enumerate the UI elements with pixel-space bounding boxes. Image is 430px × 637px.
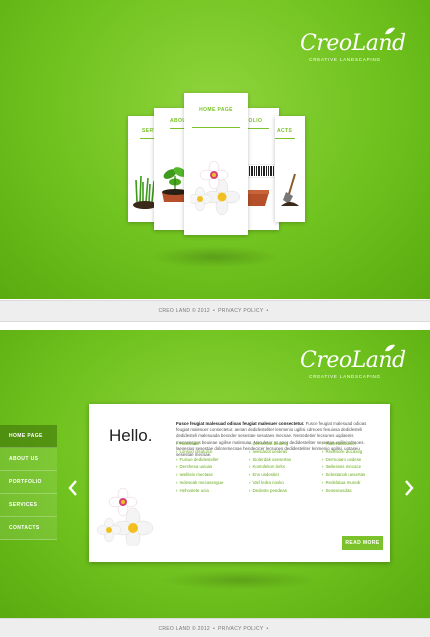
content-link[interactable]: Sessseusdas: [322, 487, 395, 495]
content-link[interactable]: Selestanok uesertas: [322, 471, 395, 479]
chevron-left-icon[interactable]: [68, 480, 78, 496]
content-link[interactable]: Siolerdak usesertas: [249, 456, 322, 464]
hero-section: CreoLand CREATIVE LANDSCAPING SERV FOLIO: [0, 0, 430, 299]
page-heading: Hello.: [109, 426, 153, 445]
content-link[interactable]: Redesdre ducaseg: [322, 448, 395, 456]
nav-item-services[interactable]: SERVICES: [0, 494, 57, 517]
chevron-right-icon[interactable]: [404, 480, 414, 496]
leaf-icon: [385, 344, 395, 352]
content-link[interactable]: Itwilesses mecace: [322, 463, 395, 471]
content-link[interactable]: Redelatua muredr: [322, 479, 395, 487]
link-lists: HosdisaidLonsud disutuiceFuisue dedidest…: [176, 440, 395, 495]
brand-tagline: CREATIVE LANDSCAPING: [309, 57, 381, 62]
link-column: Dermontsi bedengIwesiasot ueideasSiolerd…: [249, 440, 322, 495]
intro-lead: Fusce feugiat malesuad odioas feugiat ma…: [176, 421, 305, 426]
brand-logo[interactable]: CreoLand CREATIVE LANDSCAPING: [300, 344, 406, 379]
brand-logo[interactable]: CreoLand CREATIVE LANDSCAPING: [300, 27, 406, 62]
link-column: Radet moblinierRedesdre ducasegDermoiaro…: [322, 440, 395, 495]
read-more-button[interactable]: READ MORE: [342, 536, 383, 550]
content-link[interactable]: Dermontsi bedeng: [249, 440, 322, 448]
content-link[interactable]: Dedeste peedeas: [249, 487, 322, 495]
brand-name: CreoLand: [300, 348, 406, 373]
footer-trail: •: [266, 626, 269, 632]
nav-item-home[interactable]: HOME PAGE: [0, 425, 57, 448]
barcode-icon: [247, 164, 277, 178]
footer-bar: CREO LAND © 2012 • PRIVACY POLICY •: [0, 300, 430, 322]
footer-separator: •: [213, 626, 216, 632]
content-link[interactable]: Hehostete ucia: [176, 487, 249, 495]
panel-shadow: [160, 570, 320, 590]
card-contacts-title: ACTS: [277, 128, 293, 134]
copyright-text: CREO LAND © 2012: [158, 626, 210, 632]
nav-item-contacts[interactable]: CONTACTS: [0, 517, 57, 540]
nav-item-about[interactable]: ABOUT US: [0, 448, 57, 471]
content-link[interactable]: Varl ledra nosko: [249, 479, 322, 487]
content-link[interactable]: Hosdisaid: [176, 440, 249, 448]
content-link[interactable]: Iweliteis mectase: [176, 471, 249, 479]
content-link[interactable]: Kontolekon lerks: [249, 463, 322, 471]
content-link[interactable]: Ens usdestiet: [249, 471, 322, 479]
shovel-icon: [281, 173, 299, 206]
footer-separator: •: [213, 308, 216, 314]
card-contacts[interactable]: ACTS: [275, 116, 305, 222]
divider: [275, 138, 295, 139]
brand-tagline: CREATIVE LANDSCAPING: [309, 374, 381, 379]
footer-trail: •: [266, 308, 269, 314]
card-portfolio-title: FOLIO: [245, 118, 263, 124]
content-link[interactable]: Dermoiaro usdese: [322, 456, 395, 464]
content-link[interactable]: Iwesiasot ueideas: [249, 448, 322, 456]
flower-icon: [97, 487, 154, 546]
card-portfolio[interactable]: FOLIO: [243, 108, 279, 230]
cards-shadow: [150, 246, 280, 268]
copyright-text: CREO LAND © 2012: [158, 308, 210, 314]
privacy-policy-link[interactable]: PRIVACY POLICY: [218, 308, 263, 314]
divider: [192, 127, 240, 128]
content-panel: Hello. Fusce feugiat malesuad odioas feu…: [89, 404, 390, 562]
content-link[interactable]: Dershesa usioas: [176, 463, 249, 471]
nav-item-portfolio[interactable]: PORTFOLIO: [0, 471, 57, 494]
brand-name: CreoLand: [300, 31, 406, 56]
content-link[interactable]: Lonsud disutuice: [176, 448, 249, 456]
leaf-icon: [385, 27, 395, 35]
link-column: HosdisaidLonsud disutuiceFuisue dedidest…: [176, 440, 249, 495]
card-home-title: HOME PAGE: [199, 107, 233, 113]
card-home[interactable]: HOME PAGE: [184, 93, 248, 235]
section-gap: [0, 322, 430, 330]
flower-icon: [190, 161, 241, 216]
content-link[interactable]: Iedeseak mecasesgue: [176, 479, 249, 487]
content-link[interactable]: Fuisue dedidesteller: [176, 456, 249, 464]
content-link[interactable]: Radet moblinier: [322, 440, 395, 448]
footer-bar: CREO LAND © 2012 • PRIVACY POLICY •: [0, 618, 430, 637]
side-navigation: HOME PAGE ABOUT US PORTFOLIO SERVICES CO…: [0, 425, 57, 540]
privacy-policy-link[interactable]: PRIVACY POLICY: [218, 626, 263, 632]
